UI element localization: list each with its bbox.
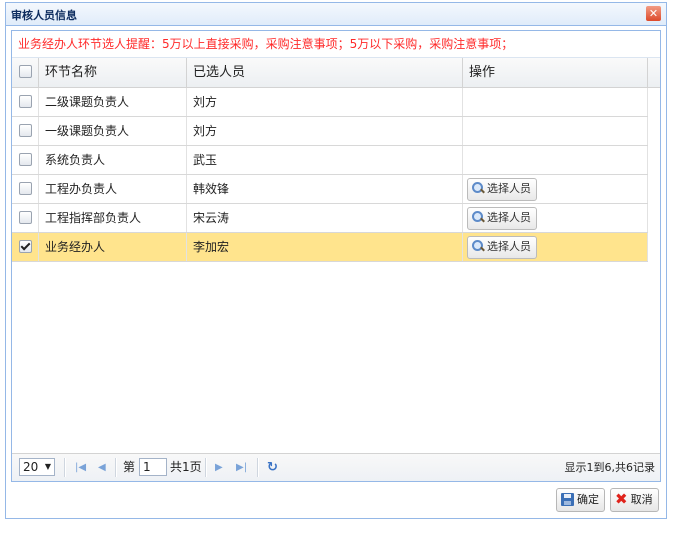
grid-body: 二级课题负责人 刘方 一级课题负责人 刘方 系统负责人 武玉 工程办负责人 韩效锋 选择人员 工程… xyxy=(12,88,648,262)
row-checkbox[interactable] xyxy=(18,124,32,137)
selected-person-cell: 刘方 xyxy=(187,117,463,145)
pager-separator xyxy=(257,458,259,477)
search-icon xyxy=(472,240,484,252)
review-personnel-dialog: 审核人员信息 ✕ 业务经办人环节选人提醒：5万以上直接采购，采购注意事项；5万以… xyxy=(5,2,667,519)
row-select-cell[interactable] xyxy=(12,146,39,174)
page-total-label: 共1页 xyxy=(170,460,202,474)
selected-person-cell: 宋云涛 xyxy=(187,204,463,232)
cancel-label: 取消 xyxy=(630,493,653,506)
page-size-value: 20 xyxy=(23,460,39,474)
row-select-cell[interactable] xyxy=(12,204,39,232)
cancel-button[interactable]: ✖ 取消 xyxy=(610,488,659,512)
selected-person-cell: 韩效锋 xyxy=(187,175,463,203)
header-action[interactable]: 操作 xyxy=(463,58,648,87)
select-person-label: 选择人员 xyxy=(487,240,531,253)
table-row[interactable]: 工程办负责人 韩效锋 选择人员 xyxy=(12,175,648,204)
action-cell: 选择人员 xyxy=(463,175,648,203)
action-cell: 选择人员 xyxy=(463,233,648,261)
table-row[interactable]: 系统负责人 武玉 xyxy=(12,146,648,175)
confirm-button[interactable]: 确定 xyxy=(556,488,605,512)
action-cell xyxy=(463,146,648,174)
stage-name-cell: 一级课题负责人 xyxy=(39,117,187,145)
stage-name-cell: 二级课题负责人 xyxy=(39,88,187,116)
header-stage[interactable]: 环节名称 xyxy=(39,58,187,87)
selected-person-cell: 刘方 xyxy=(187,88,463,116)
pager-separator xyxy=(205,458,207,477)
refresh-icon[interactable]: ↻ xyxy=(267,454,278,481)
table-row[interactable]: 工程指挥部负责人 宋云涛 选择人员 xyxy=(12,204,648,233)
prev-page-icon[interactable]: ◀ xyxy=(98,454,106,481)
selected-person-cell: 李加宏 xyxy=(187,233,463,261)
table-row[interactable]: 一级课题负责人 刘方 xyxy=(12,117,648,146)
select-person-button[interactable]: 选择人员 xyxy=(467,207,537,230)
row-checkbox[interactable] xyxy=(18,182,32,195)
stage-name-cell: 系统负责人 xyxy=(39,146,187,174)
header-select-all[interactable] xyxy=(12,58,39,87)
page-size-select[interactable]: 20 ▼ xyxy=(19,458,55,476)
row-select-cell[interactable] xyxy=(12,117,39,145)
action-cell xyxy=(463,88,648,116)
grid-header: 环节名称 已选人员 操作 xyxy=(12,58,660,88)
page-label-before: 第 xyxy=(123,460,136,474)
select-person-label: 选择人员 xyxy=(487,182,531,195)
first-page-icon[interactable]: |◀ xyxy=(75,454,86,481)
row-select-cell[interactable] xyxy=(12,233,39,261)
row-checkbox[interactable] xyxy=(18,240,32,253)
save-icon xyxy=(561,492,574,506)
notice-text: 业务经办人环节选人提醒：5万以上直接采购，采购注意事项；5万以下采购，采购注意事… xyxy=(12,31,660,58)
personnel-grid-panel: 业务经办人环节选人提醒：5万以上直接采购，采购注意事项；5万以下采购，采购注意事… xyxy=(11,30,661,482)
pager-separator xyxy=(64,458,66,477)
dialog-titlebar: 审核人员信息 ✕ xyxy=(6,3,666,26)
chevron-down-icon: ▼ xyxy=(44,462,51,471)
cancel-icon: ✖ xyxy=(615,490,628,508)
stage-name-cell: 业务经办人 xyxy=(39,233,187,261)
stage-name-cell: 工程办负责人 xyxy=(39,175,187,203)
header-scroll-spacer xyxy=(648,58,661,87)
action-cell: 选择人员 xyxy=(463,204,648,232)
confirm-label: 确定 xyxy=(577,493,599,506)
select-person-label: 选择人员 xyxy=(487,211,531,224)
page-number-input[interactable]: 1 xyxy=(139,458,167,476)
search-icon xyxy=(472,211,484,223)
row-checkbox[interactable] xyxy=(18,211,32,224)
header-person[interactable]: 已选人员 xyxy=(187,58,463,87)
pager-separator xyxy=(115,458,117,477)
row-checkbox[interactable] xyxy=(18,95,32,108)
last-page-icon[interactable]: ▶| xyxy=(236,454,247,481)
select-person-button[interactable]: 选择人员 xyxy=(467,236,537,259)
close-icon[interactable]: ✕ xyxy=(646,6,661,21)
record-info: 显示1到6,共6记录 xyxy=(564,461,656,474)
dialog-title: 审核人员信息 xyxy=(11,9,77,22)
pagination-bar: 20 ▼ |◀ ◀ 第 1 共1页 ▶ ▶| ↻ 显示1到6,共6记录 xyxy=(12,453,660,481)
table-row[interactable]: 业务经办人 李加宏 选择人员 xyxy=(12,233,648,262)
action-cell xyxy=(463,117,648,145)
row-checkbox[interactable] xyxy=(18,153,32,166)
search-icon xyxy=(472,182,484,194)
row-select-cell[interactable] xyxy=(12,175,39,203)
next-page-icon[interactable]: ▶ xyxy=(215,454,223,481)
table-row[interactable]: 二级课题负责人 刘方 xyxy=(12,88,648,117)
stage-name-cell: 工程指挥部负责人 xyxy=(39,204,187,232)
select-all-checkbox[interactable] xyxy=(18,65,32,78)
row-select-cell[interactable] xyxy=(12,88,39,116)
selected-person-cell: 武玉 xyxy=(187,146,463,174)
select-person-button[interactable]: 选择人员 xyxy=(467,178,537,201)
